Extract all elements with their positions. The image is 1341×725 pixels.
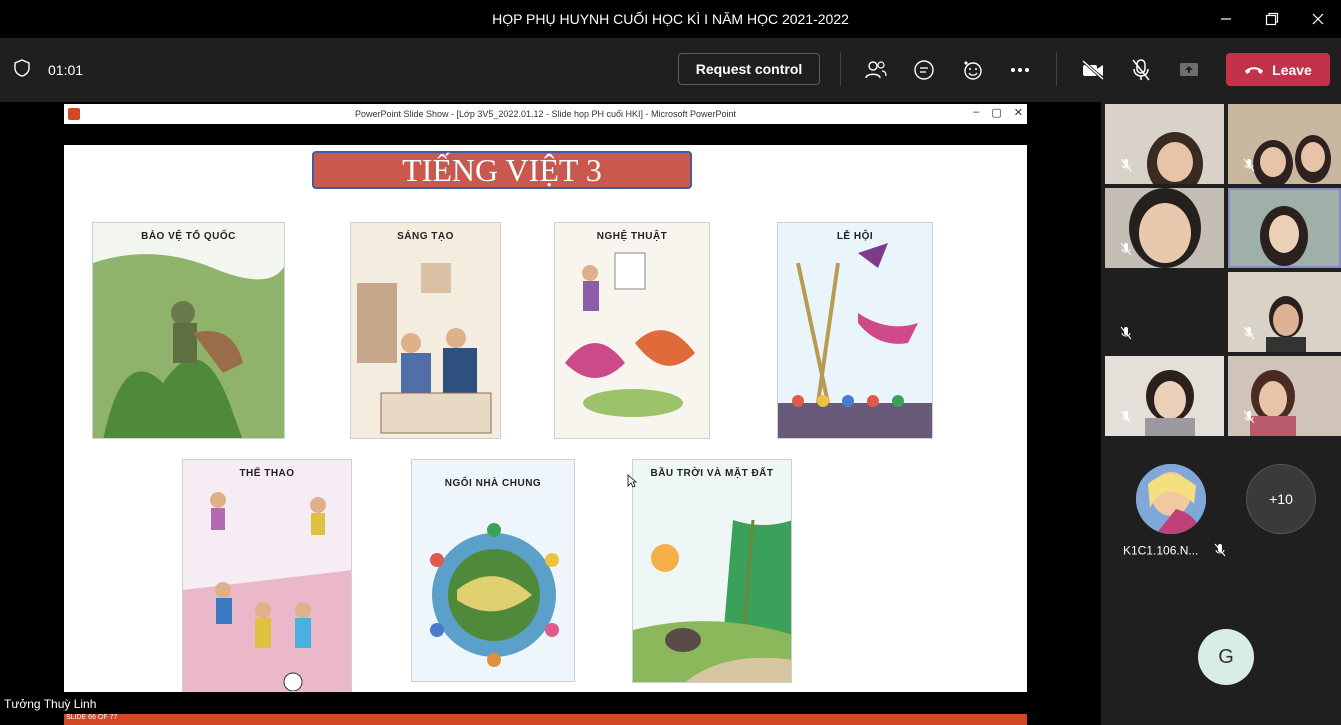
participant-name-label: K1C1.106.N... (1123, 543, 1199, 558)
participant-tile[interactable] (1105, 272, 1224, 352)
participant-tile[interactable] (1105, 356, 1224, 436)
restore-icon[interactable]: ▢ (991, 106, 1001, 119)
share-icon[interactable] (1175, 56, 1203, 84)
minimize-icon[interactable] (1203, 0, 1249, 38)
participant-name: K1C1.106.N... (1123, 543, 1226, 560)
slide-counter: SLIDE 66 OF 77 (66, 714, 118, 721)
mic-off-icon (1240, 324, 1258, 342)
mic-off-icon (1240, 156, 1258, 174)
shield-icon[interactable] (14, 58, 30, 82)
book-label: BẦU TRỜI VÀ MẶT ĐẤT (650, 468, 774, 479)
participant-tile-active-speaker[interactable] (1228, 188, 1341, 268)
participant-tile[interactable] (1228, 356, 1341, 436)
dancers-illustration (565, 252, 695, 417)
slideshow-status-bar: SLIDE 66 OF 77 (64, 714, 1027, 725)
chat-icon[interactable] (910, 56, 938, 84)
book-label: LỄ HỘI (836, 231, 874, 242)
mouse-cursor-icon (627, 474, 638, 493)
participants-icon[interactable] (862, 56, 890, 84)
book-label: BẢO VỆ TỔ QUỐC (141, 231, 236, 242)
close-icon[interactable] (1295, 0, 1341, 38)
book-cover-the-thao: THỂ THAO (182, 459, 352, 692)
toolbar-divider (840, 52, 841, 86)
mic-off-icon (1117, 324, 1135, 342)
mic-off-icon[interactable] (1127, 56, 1155, 84)
restore-icon[interactable] (1249, 0, 1295, 38)
participant-tile[interactable] (1228, 272, 1341, 352)
leave-label: Leave (1272, 61, 1312, 78)
phone-icon (1244, 62, 1264, 78)
window-controls (1203, 0, 1341, 38)
book-cover-nghe-thuat: NGHỆ THUẬT (554, 222, 710, 439)
book-cover-bau-troi-va-mat-dat: BẦU TRỜI VÀ MẶT ĐẤT (632, 459, 792, 683)
slide: TIẾNG VIỆT 3 BẢO VỆ TỔ QUỐC SÁNG TẠO NGH… (64, 145, 1027, 692)
meeting-info: 01:01 (0, 58, 84, 82)
window-titlebar: HỌP PHỤ HUYNH CUỐI HỌC KÌ I NĂM HỌC 2021… (0, 0, 1341, 38)
buffalo-landscape-illustration (633, 519, 791, 682)
book-cover-le-hoi: LỄ HỘI (777, 222, 933, 439)
book-cover-sang-tao: SÁNG TẠO (350, 222, 501, 439)
book-label: THỂ THAO (239, 468, 295, 479)
mic-off-icon (1117, 156, 1135, 174)
participant-tile[interactable] (1105, 188, 1224, 268)
book-label: NGÔI NHÀ CHUNG (444, 478, 542, 489)
book-cover-bao-ve-to-quoc: BẢO VỆ TỔ QUỐC (92, 222, 285, 439)
festival-swing-illustration (778, 243, 932, 438)
sports-illustration (183, 492, 351, 691)
presenter-name: Tưởng Thuỳ Linh (4, 697, 97, 711)
toolbar-divider (1056, 52, 1057, 86)
powerpoint-titlebar: PowerPoint Slide Show - [Lớp 3V5_2022.01… (64, 104, 1027, 124)
powerpoint-icon (68, 108, 80, 120)
participant-tile[interactable] (1105, 104, 1224, 184)
request-control-button[interactable]: Request control (678, 53, 820, 85)
minimize-icon[interactable]: – (973, 106, 979, 119)
book-label: SÁNG TẠO (397, 231, 454, 242)
reactions-icon[interactable] (958, 56, 986, 84)
soldiers-illustration (93, 254, 284, 438)
more-icon[interactable] (1006, 56, 1034, 84)
participant-tile[interactable] (1228, 104, 1341, 184)
powerpoint-window-title: PowerPoint Slide Show - [Lớp 3V5_2022.01… (354, 109, 737, 119)
close-icon[interactable]: ✕ (1014, 106, 1023, 119)
mic-off-icon (1214, 543, 1226, 560)
meeting-toolbar: 01:01 Request control Leave (0, 38, 1341, 102)
engineers-illustration (357, 263, 492, 434)
mic-off-icon (1240, 408, 1258, 426)
book-cover-ngoi-nha-chung: NGÔI NHÀ CHUNG (411, 459, 575, 682)
powerpoint-window-controls: – ▢ ✕ (973, 106, 1023, 119)
globe-illustration (430, 523, 559, 667)
slide-title: TIẾNG VIỆT 3 (312, 151, 692, 189)
mic-off-icon (1117, 408, 1135, 426)
mic-off-icon (1117, 240, 1135, 258)
camera-off-icon[interactable] (1079, 56, 1107, 84)
participant-avatar[interactable] (1136, 464, 1206, 534)
window-title: HỌP PHỤ HUYNH CUỐI HỌC KÌ I NĂM HỌC 2021… (492, 11, 849, 27)
book-label: NGHỆ THUẬT (596, 231, 668, 242)
overflow-participants-button[interactable]: +10 (1246, 464, 1316, 534)
leave-button[interactable]: Leave (1226, 53, 1330, 86)
participant-initial-avatar[interactable]: G (1198, 629, 1254, 685)
meeting-timer: 01:01 (48, 62, 84, 78)
